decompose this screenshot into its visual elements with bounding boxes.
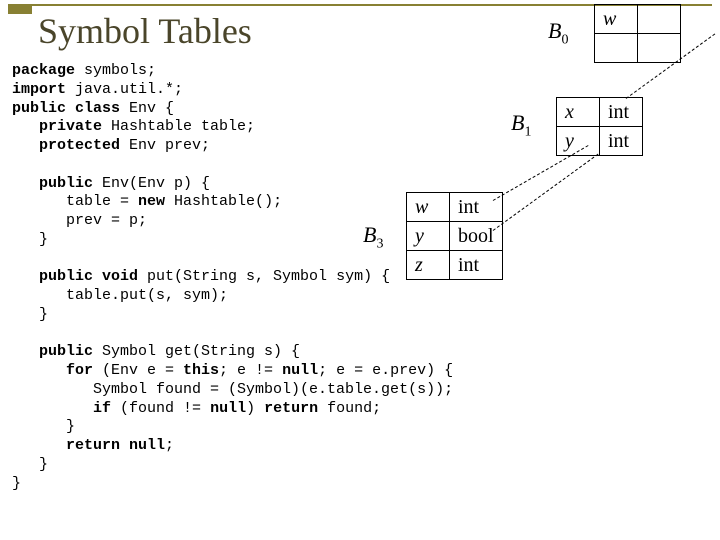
page-title: Symbol Tables — [38, 10, 252, 52]
title-accent — [8, 4, 32, 14]
slide: Symbol Tables package symbols; import ja… — [0, 0, 720, 540]
cell: w — [595, 5, 638, 34]
cell: int — [600, 98, 643, 127]
label-b0: B0 — [548, 18, 568, 48]
cell: x — [557, 98, 600, 127]
pointer-b3-b1-b — [493, 154, 599, 231]
label-b1: B1 — [511, 110, 531, 140]
table-b3: wint ybool zint — [406, 192, 503, 280]
table-b1: xint yint — [556, 97, 643, 156]
label-b3: B3 — [363, 222, 383, 252]
table-b0: w — [594, 4, 681, 63]
cell: y — [407, 222, 450, 251]
cell — [638, 5, 681, 34]
code-block: package symbols; import java.util.*; pub… — [12, 62, 453, 493]
cell: int — [450, 251, 503, 280]
cell: int — [600, 127, 643, 156]
cell: bool — [450, 222, 503, 251]
cell: int — [450, 193, 503, 222]
pointer-b3-b1-a — [493, 145, 589, 201]
cell — [595, 34, 638, 63]
cell: w — [407, 193, 450, 222]
cell — [638, 34, 681, 63]
cell: z — [407, 251, 450, 280]
